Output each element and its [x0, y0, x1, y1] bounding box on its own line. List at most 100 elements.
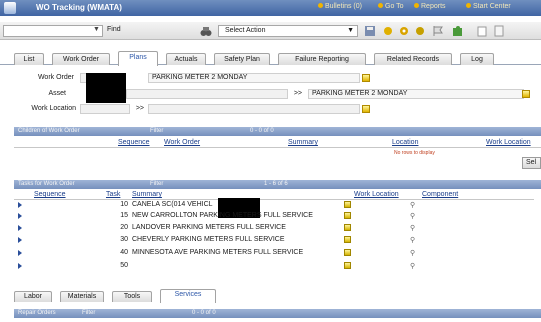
toolbar: ▼ Find Select Action ▼: [0, 22, 541, 40]
work-location-icon[interactable]: [344, 201, 351, 208]
column-sequence[interactable]: Sequence: [118, 139, 150, 146]
tab-tools[interactable]: Tools: [112, 291, 152, 302]
expand-row-icon[interactable]: [18, 263, 22, 269]
column-work-location[interactable]: Work Location: [486, 139, 531, 146]
find-input[interactable]: [3, 25, 103, 37]
column-location[interactable]: Location: [392, 139, 418, 146]
long-description-icon[interactable]: [362, 74, 370, 82]
asset-field[interactable]: [126, 89, 288, 99]
task-id: 20: [120, 224, 128, 231]
tab-actuals[interactable]: Actuals: [166, 53, 206, 65]
children-filter-button[interactable]: Filter: [150, 127, 163, 136]
asset-lookup-icon[interactable]: [522, 90, 530, 98]
tasks-section-title: Tasks for Work Order: [18, 181, 75, 187]
select-action-dropdown[interactable]: Select Action ▼: [218, 25, 358, 37]
puzzle-icon[interactable]: [452, 25, 464, 37]
column-component[interactable]: Component: [422, 191, 458, 198]
column-task-work-location[interactable]: Work Location: [354, 191, 399, 198]
goto-link[interactable]: Go To: [378, 3, 404, 10]
component-lookup-icon[interactable]: ⚲: [410, 224, 415, 232]
status-icon[interactable]: [414, 25, 426, 37]
work-location-field[interactable]: [80, 104, 130, 114]
tasks-section-header: Tasks for Work Order Filter 1 - 6 of 6: [14, 180, 541, 189]
tab-labor[interactable]: Labor: [14, 291, 52, 302]
expand-row-icon[interactable]: [18, 225, 22, 231]
tab-list[interactable]: List: [14, 53, 44, 65]
tab-related-records[interactable]: Related Records: [374, 53, 452, 65]
column-task-sequence[interactable]: Sequence: [34, 191, 66, 198]
workflow-icon[interactable]: [398, 25, 410, 37]
clipboard-icon[interactable]: [476, 25, 488, 37]
find-dropdown-icon[interactable]: ▼: [93, 26, 100, 33]
app-logo-icon: [4, 2, 16, 14]
component-lookup-icon[interactable]: ⚲: [410, 236, 415, 244]
column-task-summary[interactable]: Summary: [132, 191, 162, 198]
bulletins-link[interactable]: Bulletins (0): [318, 3, 362, 10]
save-icon[interactable]: [364, 25, 376, 37]
select-button[interactable]: Sel: [522, 157, 541, 169]
task-id: 10: [120, 201, 128, 208]
children-section-header: Children of Work Order Filter 0 - 0 of 0: [14, 127, 541, 136]
asset-detail-arrow[interactable]: >>: [292, 90, 302, 97]
task-id: 30: [120, 236, 128, 243]
expand-row-icon[interactable]: [18, 250, 22, 256]
table-row[interactable]: 20 LANDOVER PARKING METERS FULL SERVICE …: [14, 224, 534, 233]
table-row[interactable]: 10 CANELA SC(014 VEHICL ⚲: [14, 201, 534, 210]
children-empty-message: No rows to display: [394, 150, 435, 156]
tab-services[interactable]: Services: [160, 289, 216, 303]
expand-row-icon[interactable]: [18, 237, 22, 243]
work-location-icon[interactable]: [344, 224, 351, 231]
column-work-order[interactable]: Work Order: [164, 139, 200, 146]
component-lookup-icon[interactable]: ⚲: [410, 249, 415, 257]
repair-orders-header: Repair Orders Filter 0 - 0 of 0: [14, 309, 541, 318]
work-location-icon[interactable]: [344, 212, 351, 219]
table-row[interactable]: 30 CHEVERLY PARKING METERS FULL SERVICE …: [14, 236, 534, 245]
expand-row-icon[interactable]: [18, 213, 22, 219]
work-order-label: Work Order: [37, 74, 74, 81]
table-row[interactable]: 15 NEW CARROLLTON PARKING METERS FULL SE…: [14, 212, 534, 221]
find-button[interactable]: Find: [107, 26, 121, 33]
bulletin-icon: [318, 3, 323, 8]
children-header-divider: [14, 147, 541, 148]
tasks-filter-button[interactable]: Filter: [150, 180, 163, 189]
repair-orders-filter[interactable]: Filter: [82, 309, 95, 318]
work-location-arrow[interactable]: >>: [134, 105, 144, 112]
table-row[interactable]: 40 MINNESOTA AVE PARKING METERS FULL SER…: [14, 249, 534, 258]
main-tabs: List Work Order Plans Actuals Safety Pla…: [0, 51, 541, 66]
flag-icon[interactable]: [432, 25, 444, 37]
column-summary[interactable]: Summary: [288, 139, 318, 146]
tab-work-order[interactable]: Work Order: [52, 53, 110, 65]
tasks-header-divider: [14, 199, 534, 200]
asset-description: PARKING METER 2 MONDAY: [308, 89, 524, 99]
work-location-lookup-icon[interactable]: [362, 105, 370, 113]
tab-failure-reporting[interactable]: Failure Reporting: [278, 53, 366, 65]
start-center-link[interactable]: Start Center: [466, 3, 511, 10]
work-order-description[interactable]: PARKING METER 2 MONDAY: [148, 73, 360, 83]
route-icon[interactable]: [382, 25, 394, 37]
tab-plans[interactable]: Plans: [118, 51, 158, 66]
tab-log[interactable]: Log: [460, 53, 494, 65]
table-row[interactable]: 50 ⚲: [14, 262, 534, 271]
task-summary: NEW CARROLLTON PARKING METERS FULL SERVI…: [132, 212, 313, 219]
work-location-icon[interactable]: [344, 236, 351, 243]
task-id: 40: [120, 249, 128, 256]
tab-safety-plan[interactable]: Safety Plan: [214, 53, 270, 65]
document-icon[interactable]: [493, 25, 505, 37]
component-lookup-icon[interactable]: ⚲: [410, 212, 415, 220]
work-location-description: [148, 104, 360, 114]
work-location-icon[interactable]: [344, 262, 351, 269]
children-paging: 0 - 0 of 0: [250, 128, 274, 134]
work-location-icon[interactable]: [344, 249, 351, 256]
binoculars-icon[interactable]: [200, 25, 212, 37]
expand-row-icon[interactable]: [18, 202, 22, 208]
component-lookup-icon[interactable]: ⚲: [410, 262, 415, 270]
task-summary: CANELA SC(014 VEHICL: [132, 201, 213, 208]
tasks-paging: 1 - 6 of 6: [264, 181, 288, 187]
component-lookup-icon[interactable]: ⚲: [410, 201, 415, 209]
column-task[interactable]: Task: [106, 191, 120, 198]
redacted-block: [86, 73, 126, 103]
reports-icon: [414, 3, 419, 8]
tab-materials[interactable]: Materials: [60, 291, 104, 302]
reports-link[interactable]: Reports: [414, 3, 446, 10]
work-location-label: Work Location: [31, 105, 76, 112]
